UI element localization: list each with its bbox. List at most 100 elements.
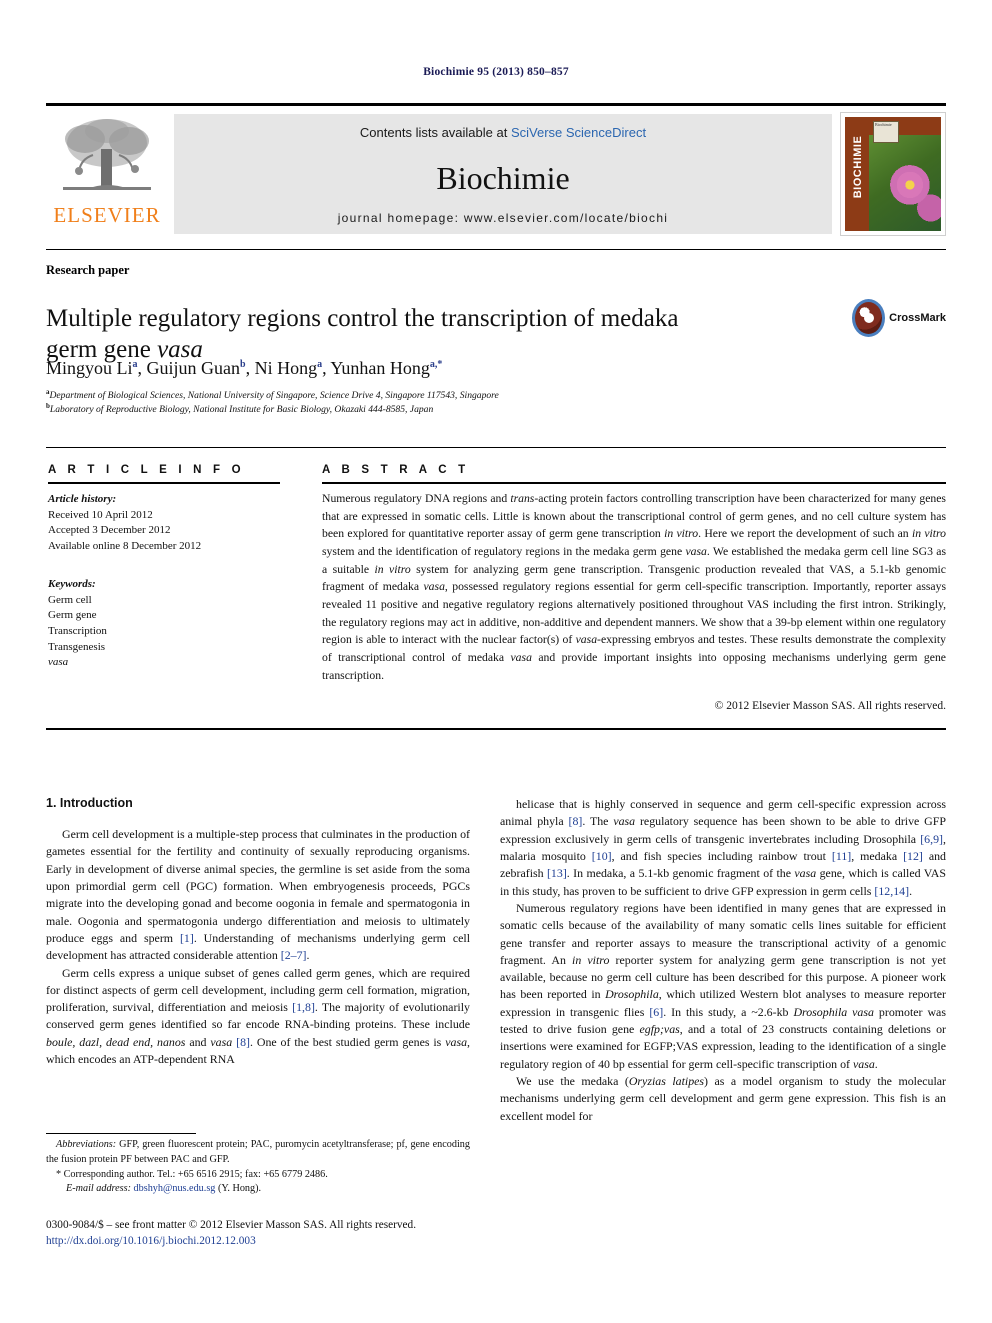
author-list: Mingyou Lia, Guijun Guanb, Ni Honga, Yun… <box>46 358 442 379</box>
keyword-item[interactable]: Germ gene <box>48 608 280 624</box>
italic-text: vasa <box>685 544 707 558</box>
abbreviations-note: Abbreviations: GFP, green fluorescent pr… <box>46 1138 470 1168</box>
keywords-label: Keywords: <box>48 577 96 590</box>
elsevier-tree-icon <box>63 119 151 190</box>
keyword-item[interactable]: vasa <box>48 655 280 671</box>
italic-text: boule, dazl, dead end, nanos <box>46 1034 186 1049</box>
italic-text: vasa <box>423 580 445 594</box>
citation-ref[interactable]: [13] <box>547 866 567 880</box>
citation-ref[interactable]: [1,8] <box>292 1000 315 1014</box>
crossmark-badge[interactable]: CrossMark <box>852 288 946 348</box>
journal-cover-thumbnail: BIOCHIMIE Biochimie <box>840 112 946 236</box>
author-name: Ni Hong <box>254 358 318 378</box>
italic-text: vasa <box>510 650 532 664</box>
author-name: Yunhan Hong <box>330 358 430 378</box>
body-paragraph: Germ cell development is a multiple-step… <box>46 826 470 965</box>
citation-ref[interactable]: [6] <box>649 1005 663 1019</box>
italic-text: in vitro <box>572 952 610 967</box>
keyword-item[interactable]: Transcription <box>48 624 280 640</box>
article-history-item: Accepted 3 December 2012 <box>48 524 171 537</box>
page-title: Multiple regulatory regions control the … <box>46 303 746 366</box>
imprint-block: 0300-9084/$ – see front matter © 2012 El… <box>46 1217 546 1250</box>
italic-text: in vitro <box>374 562 411 576</box>
author-separator: , <box>245 358 255 378</box>
citation-ref[interactable]: [12] <box>903 849 923 863</box>
author-separator: , <box>137 358 147 378</box>
italic-text: vasa <box>613 814 636 829</box>
elsevier-logo: ELSEVIER <box>46 106 168 244</box>
citation-ref[interactable]: [6,9] <box>920 832 943 846</box>
sciencedirect-link[interactable]: SciVerse ScienceDirect <box>511 125 646 140</box>
crossmark-icon <box>852 299 886 337</box>
text-run: and <box>185 1034 211 1049</box>
text-run: , medaka <box>851 848 904 863</box>
italic-text: vasa <box>210 1034 233 1049</box>
citation-ref[interactable]: [2–7] <box>281 948 307 962</box>
text-run: system and the identification of regulat… <box>322 544 686 558</box>
email-label: E-mail address: <box>66 1183 131 1195</box>
text-run: . <box>306 948 310 963</box>
cover-spine: BIOCHIMIE <box>845 117 869 231</box>
cover-image: BIOCHIMIE Biochimie <box>845 117 941 231</box>
italic-text: vasa <box>575 633 598 647</box>
text-run: , and fish species including rainbow tro… <box>611 848 832 863</box>
cover-badge: Biochimie <box>873 121 899 143</box>
abstract-rule <box>322 482 946 484</box>
email-link[interactable]: dbshyh@nus.edu.sg <box>134 1183 216 1194</box>
article-history-item: Available online 8 December 2012 <box>48 540 202 553</box>
text-run: Numerous regulatory DNA regions and <box>322 492 511 505</box>
citation-ref[interactable]: [8] <box>236 1035 250 1049</box>
citation-ref[interactable]: [12,14] <box>874 884 909 898</box>
italic-text: vasa <box>852 1056 875 1071</box>
text-run: . In this study, a ~2.6-kb <box>663 1004 794 1019</box>
italic-text: trans <box>510 492 535 505</box>
elsevier-wordmark: ELSEVIER <box>53 203 161 227</box>
citation-ref[interactable]: [1] <box>180 931 194 945</box>
abbreviations-label: Abbreviations: <box>56 1139 117 1150</box>
abstract-copyright: © 2012 Elsevier Masson SAS. All rights r… <box>714 700 946 712</box>
body-column-right: helicase that is highly conserved in seq… <box>500 796 946 1125</box>
corresponding-author-note: * Corresponding author. Tel.: +65 6516 2… <box>56 1168 328 1180</box>
article-info-top-rule <box>46 447 946 448</box>
body-column-left: Germ cell development is a multiple-step… <box>46 826 470 1068</box>
keyword-item[interactable]: Transgenesis <box>48 640 280 656</box>
footnotes-block: Abbreviations: GFP, green fluorescent pr… <box>46 1138 470 1197</box>
masthead-bottom-rule <box>46 249 946 250</box>
email-note: E-mail address: dbshyh@nus.edu.sg (Y. Ho… <box>46 1182 470 1197</box>
text-run: Germ cell development is a multiple-step… <box>46 827 470 945</box>
text-run: . The <box>582 814 614 829</box>
italic-text: in vitro <box>911 527 946 541</box>
author-affiliation-marker: a,* <box>429 359 443 370</box>
affiliation-a: aDepartment of Biological Sciences, Nati… <box>46 388 499 402</box>
author-name: Mingyou Li <box>46 358 133 378</box>
citation-ref[interactable]: [10] <box>592 849 612 863</box>
article-first-page: Biochimie 95 (2013) 850–857 ELSEVIER Con… <box>0 0 992 1323</box>
italic-text: Drosophila vasa <box>793 1004 874 1019</box>
body-paragraph: helicase that is highly conserved in seq… <box>500 796 946 900</box>
doi-link[interactable]: http://dx.doi.org/10.1016/j.biochi.2012.… <box>46 1233 546 1249</box>
abstract-text: Numerous regulatory DNA regions and tran… <box>322 490 946 684</box>
article-history-item: Received 10 April 2012 <box>48 508 153 521</box>
text-run: . In medaka, a 5.1-kb genomic fragment o… <box>566 866 795 881</box>
text-run: . <box>909 883 913 898</box>
journal-band: Contents lists available at SciVerse Sci… <box>174 114 832 234</box>
journal-homepage-link[interactable]: journal homepage: www.elsevier.com/locat… <box>174 211 832 225</box>
cover-spine-title: BIOCHIMIE <box>852 135 864 199</box>
contents-available-line: Contents lists available at SciVerse Sci… <box>174 125 832 140</box>
body-paragraph: Germ cells express a unique subset of ge… <box>46 965 470 1069</box>
text-run: We use the medaka ( <box>516 1074 629 1088</box>
text-run: . Here we report the development of such… <box>698 527 912 541</box>
cover-photo-lotus <box>867 135 941 231</box>
keyword-item[interactable]: Germ cell <box>48 593 280 609</box>
affiliation-text: Department of Biological Sciences, Natio… <box>49 390 499 402</box>
italic-text: vasa <box>794 866 817 881</box>
article-info-rule <box>48 482 280 484</box>
affiliation-b: bLaboratory of Reproductive Biology, Nat… <box>46 402 433 416</box>
article-history-list: Received 10 April 2012 Accepted 3 Decembe… <box>48 508 280 555</box>
citation-ref[interactable]: [8] <box>568 814 582 828</box>
article-type-label: Research paper <box>46 263 130 277</box>
title-line-1: Multiple regulatory regions control the … <box>46 304 679 332</box>
keywords-block: Keywords: Germ cell Germ gene Transcriptio… <box>48 577 280 671</box>
citation-ref[interactable]: [11] <box>832 849 851 863</box>
author-name: Guijun Guan <box>146 358 241 378</box>
